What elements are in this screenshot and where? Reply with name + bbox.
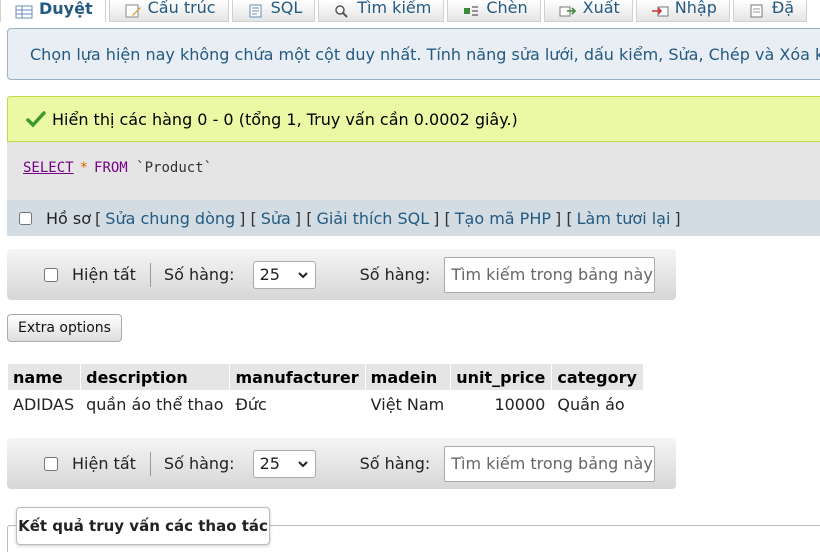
divider — [149, 262, 151, 287]
edit-inline-link[interactable]: Sửa chung dòng — [105, 209, 235, 228]
insert-icon — [462, 3, 480, 17]
show-all-checkbox[interactable] — [44, 267, 58, 282]
tab-sql[interactable]: SQL — [231, 0, 316, 22]
warning-notice: Chọn lựa hiện nay không chứa một cột duy… — [7, 28, 820, 80]
search-icon — [333, 3, 351, 18]
cell-description: quần áo thể thao — [86, 394, 224, 414]
sql-select-keyword[interactable]: SELECT — [23, 160, 74, 176]
results-table: name description manufacturer madein uni… — [7, 364, 644, 418]
sql-table-name: `Product` — [136, 160, 213, 176]
bracket: ] [ — [294, 208, 313, 228]
bracket: ] — [674, 208, 681, 228]
rows-label: Số hàng: — [163, 265, 235, 284]
tab-browse-label: Duyệt — [39, 0, 93, 18]
table-header-row: name description manufacturer madein uni… — [8, 364, 643, 390]
check-icon — [26, 111, 46, 128]
profile-label: Hồ sơ — [46, 208, 92, 228]
column-header-category[interactable]: category — [552, 364, 643, 390]
tab-bar: Duyệt Cấu trúc SQL Tìm kiếm Chèn Xuất Nh… — [0, 0, 820, 22]
tab-structure-label: Cấu trúc — [147, 0, 216, 17]
edit-link[interactable]: Sửa — [261, 209, 291, 228]
navigation-bar-bottom: Hiện tất Số hàng: 25 Số hàng: — [7, 438, 676, 489]
tab-search-label: Tìm kiếm — [357, 0, 432, 17]
show-all-label: Hiện tất — [72, 454, 136, 473]
filter-rows-label: Số hàng: — [359, 265, 431, 284]
rows-select-wrap: 25 — [252, 449, 316, 478]
structure-icon — [124, 3, 142, 18]
create-php-code-link[interactable]: Tạo mã PHP — [455, 209, 551, 228]
tab-insert[interactable]: Chèn — [447, 0, 541, 22]
bracket: ] [ — [239, 208, 257, 228]
privileges-icon — [748, 3, 766, 18]
tab-export-label: Xuất — [582, 0, 620, 17]
success-notice: Hiển thị các hàng 0 - 0 (tổng 1, Truy vấ… — [7, 96, 820, 142]
export-icon — [559, 3, 577, 17]
refresh-link[interactable]: Làm tươi lại — [577, 209, 671, 228]
query-results-operations-legend: Kết quả truy vấn các thao tác — [16, 507, 270, 545]
cell-category: Quần áo — [557, 394, 625, 414]
bracket: [ — [95, 208, 102, 228]
import-icon — [651, 3, 669, 17]
phpmyadmin-browse-page: Duyệt Cấu trúc SQL Tìm kiếm Chèn Xuất Nh… — [0, 0, 820, 552]
table-search-input[interactable] — [444, 256, 656, 293]
sql-query-box: SELECT * FROM `Product` — [7, 142, 820, 200]
filter-rows-label: Số hàng: — [359, 454, 431, 473]
success-text: Hiển thị các hàng 0 - 0 (tổng 1, Truy vấ… — [52, 109, 518, 129]
tab-browse[interactable]: Duyệt — [0, 0, 106, 22]
divider — [149, 451, 151, 476]
rows-select[interactable]: 25 — [252, 260, 316, 289]
tab-privileges[interactable]: Đặ — [732, 0, 808, 22]
table-search-input[interactable] — [444, 445, 656, 482]
column-header-name[interactable]: name — [8, 364, 81, 390]
tab-sql-label: SQL — [270, 0, 303, 17]
tab-insert-label: Chèn — [486, 0, 528, 17]
warning-text: Chọn lựa hiện nay không chứa một cột duy… — [30, 44, 820, 64]
bracket: ] [ — [433, 208, 451, 228]
cell-madein: Việt Nam — [370, 394, 445, 414]
browse-icon — [15, 4, 33, 19]
sql-icon — [247, 3, 265, 18]
rows-label: Số hàng: — [163, 454, 235, 473]
column-header-description[interactable]: description — [81, 364, 230, 390]
navigation-bar-top: Hiện tất Số hàng: 25 Số hàng: — [7, 249, 676, 300]
extra-options-button[interactable]: Extra options — [7, 314, 122, 342]
cell-name: ADIDAS — [13, 394, 75, 414]
tab-import-label: Nhập — [674, 0, 717, 17]
cell-unit-price: 10000 — [494, 394, 546, 414]
rows-select[interactable]: 25 — [252, 449, 316, 478]
tab-import[interactable]: Nhập — [635, 0, 730, 22]
explain-sql-link[interactable]: Giải thích SQL — [316, 209, 429, 228]
show-all-label: Hiện tất — [72, 265, 136, 284]
table-row: ADIDAS quần áo thể thao Đức Việt Nam 100… — [8, 390, 643, 418]
tab-search[interactable]: Tìm kiếm — [318, 0, 445, 22]
tab-structure[interactable]: Cấu trúc — [108, 0, 229, 22]
column-header-madein[interactable]: madein — [365, 364, 451, 390]
query-options-bar: Hồ sơ [Sửa chung dòng] [Sửa] [Giải thích… — [7, 200, 820, 236]
show-all-checkbox[interactable] — [44, 456, 58, 471]
column-header-unit-price[interactable]: unit_price — [451, 364, 552, 390]
tab-privileges-label: Đặ — [771, 0, 795, 17]
sql-from-keyword: FROM — [94, 160, 128, 176]
cell-manufacturer: Đức — [235, 394, 267, 414]
rows-select-wrap: 25 — [252, 260, 316, 289]
column-header-manufacturer[interactable]: manufacturer — [230, 364, 365, 390]
bracket: ] [ — [555, 208, 573, 228]
sql-star: * — [79, 160, 89, 176]
profile-checkbox[interactable] — [19, 211, 32, 225]
tab-export[interactable]: Xuất — [543, 0, 633, 22]
